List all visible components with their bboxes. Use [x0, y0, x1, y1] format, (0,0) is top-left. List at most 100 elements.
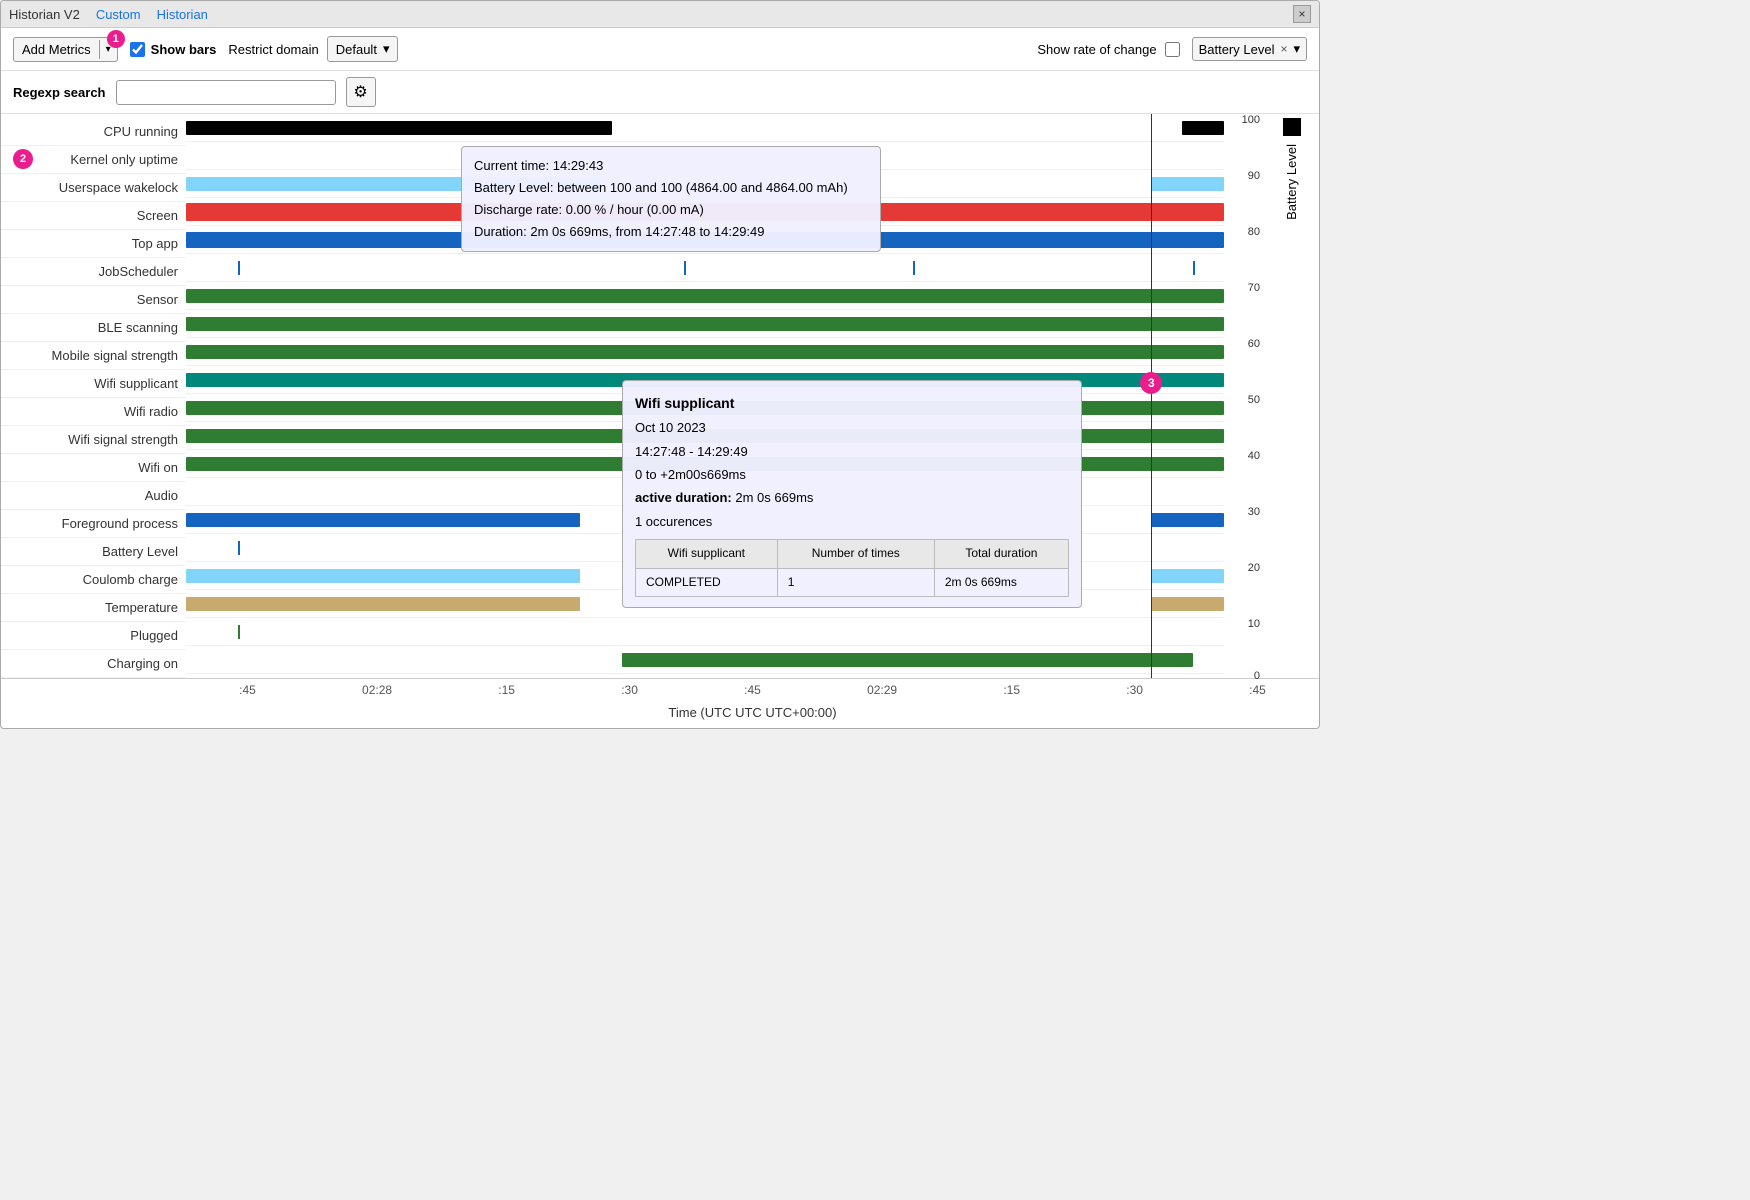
label-mobile-signal: Mobile signal strength	[1, 342, 186, 370]
table-header-2: Number of times	[777, 540, 934, 569]
chart-row-ble	[186, 310, 1224, 338]
x-tick-3: :30	[621, 683, 638, 697]
table-header-3: Total duration	[934, 540, 1068, 569]
chart-row-plugged	[186, 618, 1224, 646]
battery-level-text: Battery Level	[1199, 42, 1275, 57]
label-sensor: Sensor	[1, 286, 186, 314]
label-wifi-on: Wifi on	[1, 454, 186, 482]
restrict-domain-dropdown[interactable]: Default ▾	[327, 36, 399, 62]
add-metrics-button[interactable]: Add Metrics ▾ 1	[13, 37, 118, 62]
x-tick-5: 02:29	[867, 683, 897, 697]
y-tick-50: 50	[1248, 394, 1260, 406]
label-top-app: Top app	[1, 230, 186, 258]
battery-square-icon	[1283, 118, 1301, 136]
tooltip-top: Current time: 14:29:43 Battery Level: be…	[461, 146, 881, 252]
table-cell-2: 1	[777, 568, 934, 597]
tab-historian[interactable]: Historian	[157, 7, 208, 22]
right-panel: Battery Level	[1264, 114, 1319, 678]
chart-row-charging	[186, 646, 1224, 674]
label-audio: Audio	[1, 482, 186, 510]
label-foreground: Foreground process	[1, 510, 186, 538]
battery-level-axis-label: Battery Level	[1284, 144, 1299, 220]
tooltip-bottom-time: 14:27:48 - 14:29:49	[635, 440, 1069, 463]
tooltip-bottom-title: Wifi supplicant	[635, 391, 1069, 416]
battery-level-tag: Battery Level × ▾	[1192, 37, 1307, 61]
table-cell-1: COMPLETED	[635, 568, 777, 597]
tooltip-bottom: Wifi supplicant Oct 10 2023 14:27:48 - 1…	[622, 380, 1082, 608]
label-screen: Screen	[1, 202, 186, 230]
tooltip-table: Wifi supplicant Number of times Total du…	[635, 539, 1069, 597]
label-charging-on: Charging on	[1, 650, 186, 678]
table-row: COMPLETED 1 2m 0s 669ms	[635, 568, 1068, 597]
tooltip-line3: Discharge rate: 0.00 % / hour (0.00 mA)	[474, 199, 868, 221]
show-rate-label: Show rate of change	[1037, 42, 1156, 57]
tooltip-bottom-date: Oct 10 2023	[635, 416, 1069, 439]
tooltip-line2: Battery Level: between 100 and 100 (4864…	[474, 177, 868, 199]
label-cpu-running: CPU running	[1, 118, 186, 146]
search-input[interactable]	[116, 80, 336, 105]
y-tick-70: 70	[1248, 282, 1260, 294]
window-title: Historian V2	[9, 7, 80, 22]
chart-row-jobscheduler	[186, 254, 1224, 282]
table-cell-3: 2m 0s 669ms	[934, 568, 1068, 597]
badge-2: 2	[13, 149, 33, 169]
x-axis: :45 02:28 :15 :30 :45 02:29 :15 :30 :45	[1, 678, 1319, 701]
search-bar: Regexp search ⚙	[1, 71, 1319, 114]
main-window: Historian V2 Custom Historian × Add Metr…	[0, 0, 1320, 729]
toolbar: Add Metrics ▾ 1 Show bars Restrict domai…	[1, 28, 1319, 71]
label-wifi-supplicant: Wifi supplicant	[1, 370, 186, 398]
x-tick-6: :15	[1003, 683, 1020, 697]
gear-icon: ⚙	[353, 82, 367, 102]
chart-labels: CPU running 2 Kernel only uptime Userspa…	[1, 114, 186, 678]
search-label: Regexp search	[13, 85, 106, 100]
show-rate-container: Show rate of change	[1037, 42, 1179, 57]
tooltip-active-label: active duration:	[635, 490, 732, 505]
tab-custom[interactable]: Custom	[96, 7, 141, 22]
y-tick-0: 0	[1254, 670, 1260, 682]
label-kernel-uptime: 2 Kernel only uptime	[1, 146, 186, 174]
label-temperature: Temperature	[1, 594, 186, 622]
y-tick-10: 10	[1248, 618, 1260, 630]
tooltip-line1: Current time: 14:29:43	[474, 155, 868, 177]
restrict-domain-value: Default	[336, 42, 377, 57]
label-coulomb: Coulomb charge	[1, 566, 186, 594]
battery-level-close[interactable]: ×	[1280, 42, 1287, 56]
show-bars-label: Show bars	[151, 42, 217, 57]
add-metrics-badge: 1	[107, 30, 125, 48]
settings-button[interactable]: ⚙	[346, 77, 376, 107]
label-userspace-wakelock: Userspace wakelock	[1, 174, 186, 202]
tooltip-active-value: 2m 0s 669ms	[735, 490, 813, 505]
show-rate-checkbox[interactable]	[1165, 42, 1180, 57]
x-axis-title: Time (UTC UTC UTC+00:00)	[1, 701, 1319, 728]
title-bar: Historian V2 Custom Historian ×	[1, 1, 1319, 28]
x-tick-8: :45	[1249, 683, 1266, 697]
chart-row-sensor	[186, 282, 1224, 310]
label-ble-scanning: BLE scanning	[1, 314, 186, 342]
table-header-1: Wifi supplicant	[635, 540, 777, 569]
x-tick-7: :30	[1126, 683, 1143, 697]
chart-row-cpu	[186, 114, 1224, 142]
y-tick-100: 100	[1242, 114, 1260, 126]
chart-row-mobile	[186, 338, 1224, 366]
label-wifi-radio: Wifi radio	[1, 398, 186, 426]
battery-level-arrow[interactable]: ▾	[1293, 41, 1300, 57]
tooltip-occurrences: 1 occurences	[635, 510, 1069, 533]
show-bars-checkbox[interactable]	[130, 42, 145, 57]
tooltip-bottom-offset: 0 to +2m00s669ms	[635, 463, 1069, 486]
y-tick-90: 90	[1248, 170, 1260, 182]
close-button[interactable]: ×	[1293, 5, 1311, 23]
y-axis: 100 90 80 70 60 50 40 30 20 10 0	[1224, 114, 1264, 674]
add-metrics-label: Add Metrics	[14, 38, 99, 61]
tooltip-line4: Duration: 2m 0s 669ms, from 14:27:48 to …	[474, 221, 868, 243]
x-tick-0: :45	[239, 683, 256, 697]
restrict-domain-container: Restrict domain Default ▾	[228, 36, 398, 62]
x-tick-1: 02:28	[362, 683, 392, 697]
show-bars-container: Show bars	[130, 42, 217, 57]
y-tick-20: 20	[1248, 562, 1260, 574]
tooltip-bottom-active: active duration: 2m 0s 669ms	[635, 486, 1069, 509]
label-plugged: Plugged	[1, 622, 186, 650]
label-battery-level: Battery Level	[1, 538, 186, 566]
y-tick-40: 40	[1248, 450, 1260, 462]
x-tick-2: :15	[498, 683, 515, 697]
restrict-domain-label: Restrict domain	[228, 42, 318, 57]
